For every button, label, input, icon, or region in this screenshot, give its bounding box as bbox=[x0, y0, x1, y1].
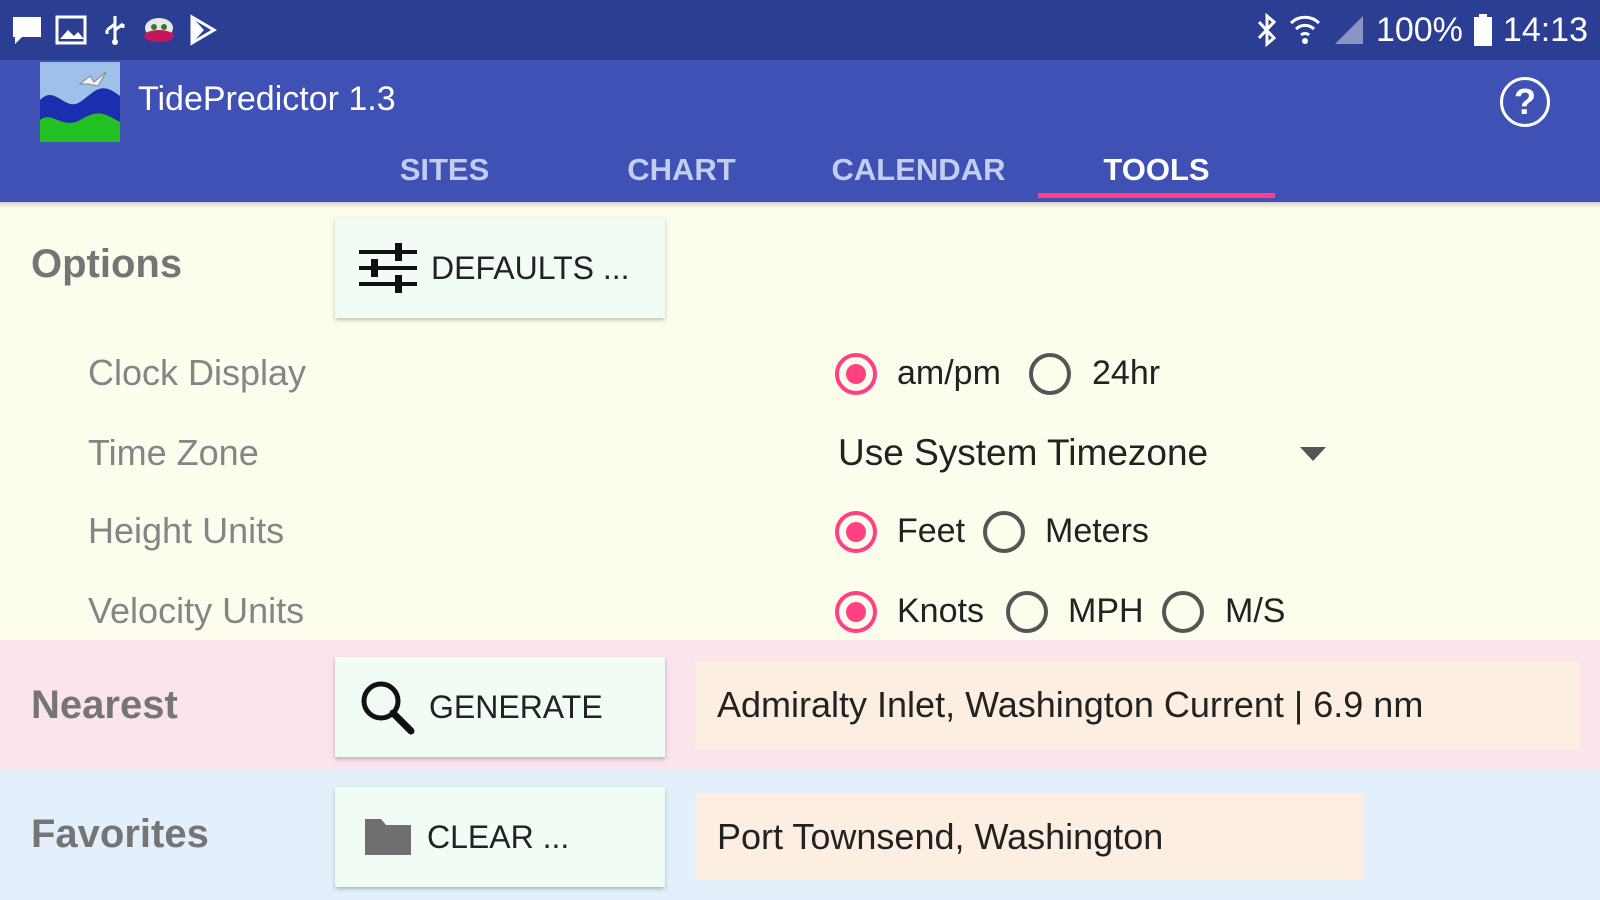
app-logo bbox=[40, 62, 120, 142]
help-button[interactable]: ? bbox=[1500, 77, 1550, 127]
24hr-label: 24hr bbox=[1092, 354, 1161, 392]
battery-icon bbox=[1473, 14, 1492, 46]
play-icon bbox=[190, 14, 217, 46]
signal-icon bbox=[1334, 16, 1363, 44]
app-bar: TidePredictor 1.3 ? SITES CHART CALENDAR… bbox=[0, 60, 1600, 202]
radio-mph[interactable] bbox=[1006, 591, 1048, 633]
android-icon bbox=[144, 18, 174, 42]
wifi-icon bbox=[1289, 15, 1320, 44]
battery-percent: 100% bbox=[1375, 10, 1463, 49]
chat-icon bbox=[13, 17, 41, 44]
defaults-button-label: DEFAULTS ... bbox=[431, 249, 630, 286]
radio-knots[interactable] bbox=[835, 591, 877, 633]
radio-24hr[interactable] bbox=[1029, 353, 1071, 395]
bluetooth-icon bbox=[1257, 13, 1277, 47]
time-zone-value: Use System Timezone bbox=[838, 432, 1209, 473]
options-title: Options bbox=[31, 242, 183, 286]
radio-meters[interactable] bbox=[983, 511, 1025, 553]
clear-button-label: CLEAR ... bbox=[427, 818, 570, 855]
search-icon bbox=[361, 681, 415, 735]
ampm-label: am/pm bbox=[897, 354, 1001, 392]
nearest-result[interactable]: Admiralty Inlet, Washington Current | 6.… bbox=[695, 661, 1580, 749]
app-bar-shadow bbox=[0, 202, 1600, 208]
height-units-label: Height Units bbox=[88, 510, 285, 551]
clock-display-label: Clock Display bbox=[88, 352, 307, 393]
usb-icon bbox=[105, 16, 125, 45]
radio-ampm[interactable] bbox=[835, 353, 877, 395]
tab-calendar[interactable]: CALENDAR bbox=[800, 150, 1037, 198]
mph-label: MPH bbox=[1068, 592, 1144, 630]
tab-tools[interactable]: TOOLS bbox=[1038, 150, 1275, 198]
radio-ms[interactable] bbox=[1162, 591, 1204, 633]
app-title: TidePredictor 1.3 bbox=[138, 80, 396, 118]
sliders-icon bbox=[359, 243, 417, 293]
dropdown-arrow-icon bbox=[1300, 447, 1326, 461]
tab-chart[interactable]: CHART bbox=[563, 150, 800, 198]
feet-label: Feet bbox=[897, 512, 966, 550]
ms-label: M/S bbox=[1225, 592, 1286, 630]
time-zone-dropdown[interactable]: Use System Timezone bbox=[830, 425, 1340, 485]
status-bar: 100% 14:13 bbox=[0, 0, 1600, 60]
generate-button[interactable]: GENERATE bbox=[335, 657, 665, 757]
knots-label: Knots bbox=[897, 592, 984, 630]
defaults-button[interactable]: DEFAULTS ... bbox=[335, 218, 665, 318]
tab-sites[interactable]: SITES bbox=[326, 150, 563, 198]
favorites-title: Favorites bbox=[31, 812, 209, 856]
generate-button-label: GENERATE bbox=[429, 688, 603, 725]
favorites-result[interactable]: Port Townsend, Washington bbox=[695, 793, 1363, 880]
folder-icon bbox=[365, 819, 411, 855]
velocity-units-label: Velocity Units bbox=[88, 590, 305, 631]
image-icon bbox=[55, 15, 87, 45]
meters-label: Meters bbox=[1045, 512, 1149, 550]
clock-time: 14:13 bbox=[1502, 10, 1588, 49]
time-zone-label: Time Zone bbox=[88, 432, 259, 473]
clear-button[interactable]: CLEAR ... bbox=[335, 787, 665, 887]
nearest-title: Nearest bbox=[31, 683, 178, 727]
radio-feet[interactable] bbox=[835, 511, 877, 553]
